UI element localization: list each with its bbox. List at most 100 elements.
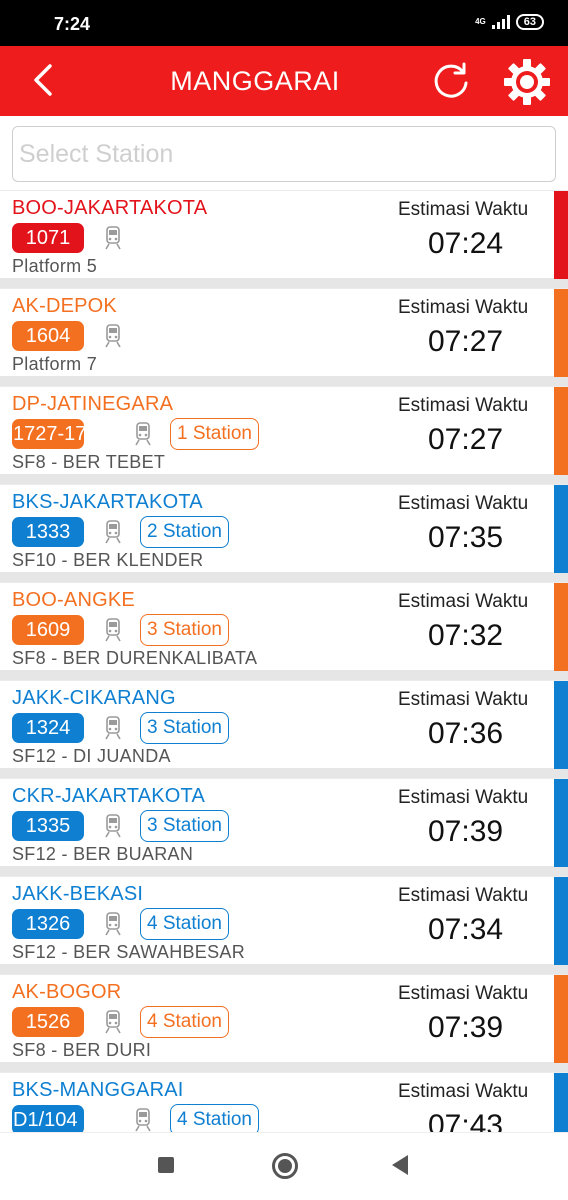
estimate-label: Estimasi Waktu: [398, 591, 529, 612]
train-route: BKS-JAKARTAKOTA: [12, 491, 203, 513]
train-list[interactable]: BOO-JAKARTAKOTA 1071 Platform 5 Estimasi Wa…: [0, 190, 568, 1132]
train-icon: [104, 226, 122, 250]
train-row[interactable]: BKS-MANGGARAI D1/104 4 Station Estimasi Wak…: [0, 1072, 568, 1132]
estimate-time: 07:27: [428, 325, 504, 358]
train-icon: [104, 716, 122, 740]
train-detail: Platform 7: [12, 354, 98, 374]
estimate-time: 07:43: [428, 1109, 504, 1132]
line-color-bar: [554, 681, 568, 769]
train-route: AK-DEPOK: [12, 295, 117, 317]
train-row[interactable]: AK-DEPOK 1604 Platform 7 Estimasi Waktu 07:2…: [0, 288, 568, 377]
train-number-badge: 1324: [12, 713, 84, 743]
recents-icon[interactable]: [158, 1157, 174, 1173]
train-number-badge: 1326: [12, 909, 84, 939]
station-select-input[interactable]: [13, 127, 555, 181]
train-route: JAKK-CIKARANG: [12, 687, 176, 709]
line-color-bar: [554, 191, 568, 279]
train-route: BOO-JAKARTAKOTA: [12, 197, 208, 219]
app-bar: MANGGARAI: [0, 46, 568, 116]
station-count-badge: 4 Station: [140, 1006, 229, 1038]
train-number-badge: 1727-17: [12, 419, 84, 449]
train-detail: SF12 - BER BUARAN: [12, 844, 194, 864]
line-color-bar: [554, 387, 568, 475]
train-detail: Platform 5: [12, 256, 98, 276]
status-icons: 4G 63: [475, 14, 544, 30]
estimate-time: 07:32: [428, 619, 504, 652]
nav-back-icon[interactable]: [392, 1155, 408, 1175]
station-count-badge: 3 Station: [140, 712, 229, 744]
train-detail: SF12 - DI JUANDA: [12, 746, 171, 766]
train-route: AK-BOGOR: [12, 981, 122, 1003]
estimate-time: 07:35: [428, 521, 504, 554]
train-icon: [104, 520, 122, 544]
estimate-label: Estimasi Waktu: [398, 885, 529, 906]
estimate-label: Estimasi Waktu: [398, 395, 529, 416]
estimate-label: Estimasi Waktu: [398, 1081, 529, 1102]
train-detail: SF12 - BER SAWAHBESAR: [12, 942, 246, 962]
status-bar: 7:24 4G 63: [0, 0, 568, 46]
station-count-badge: 3 Station: [140, 810, 229, 842]
estimate-label: Estimasi Waktu: [398, 787, 529, 808]
estimate-time: 07:39: [428, 815, 504, 848]
train-number-badge: 1604: [12, 321, 84, 351]
train-route: BKS-MANGGARAI: [12, 1079, 184, 1101]
train-icon: [104, 324, 122, 348]
estimate-label: Estimasi Waktu: [398, 983, 529, 1004]
train-number-badge: 1526: [12, 1007, 84, 1037]
train-row[interactable]: BOO-ANGKE 1609 3 Station SF8 - BER DURENKAL…: [0, 582, 568, 671]
train-number-badge: 1071: [12, 223, 84, 253]
train-row[interactable]: CKR-JAKARTAKOTA 1335 3 Station SF12 - BER B…: [0, 778, 568, 867]
estimate-time: 07:24: [428, 227, 504, 260]
station-count-badge: 2 Station: [140, 516, 229, 548]
train-detail: SF8 - BER DURENKALIBATA: [12, 648, 258, 668]
train-number-badge: 1333: [12, 517, 84, 547]
line-color-bar: [554, 779, 568, 867]
train-number-badge: D1/104: [12, 1105, 84, 1132]
train-icon: [104, 814, 122, 838]
estimate-time: 07:34: [428, 913, 504, 946]
signal-icon: [491, 15, 510, 29]
train-row[interactable]: AK-BOGOR 1526 4 Station SF8 - BER DURI Estim…: [0, 974, 568, 1063]
train-detail: SF10 - BER KLENDER: [12, 550, 204, 570]
train-row[interactable]: DP-JATINEGARA 1727-17 1 Station SF8 - BER T…: [0, 386, 568, 475]
train-icon: [104, 618, 122, 642]
station-count-badge: 4 Station: [170, 1104, 259, 1132]
system-nav-bar: [0, 1132, 568, 1200]
refresh-icon[interactable]: [430, 60, 472, 102]
station-count-badge: 3 Station: [140, 614, 229, 646]
train-row[interactable]: BOO-JAKARTAKOTA 1071 Platform 5 Estimasi Wa…: [0, 190, 568, 279]
train-row[interactable]: JAKK-CIKARANG 1324 3 Station SF12 - DI JUAN…: [0, 680, 568, 769]
train-route: BOO-ANGKE: [12, 589, 135, 611]
train-icon: [104, 912, 122, 936]
train-detail: SF8 - BER TEBET: [12, 452, 166, 472]
estimate-time: 07:36: [428, 717, 504, 750]
estimate-label: Estimasi Waktu: [398, 297, 529, 318]
line-color-bar: [554, 877, 568, 965]
train-route: CKR-JAKARTAKOTA: [12, 785, 206, 807]
estimate-label: Estimasi Waktu: [398, 689, 529, 710]
train-route: JAKK-BEKASI: [12, 883, 144, 905]
station-count-badge: 1 Station: [170, 418, 259, 450]
line-color-bar: [554, 1073, 568, 1132]
home-icon[interactable]: [272, 1153, 298, 1179]
train-number-badge: 1335: [12, 811, 84, 841]
train-row[interactable]: BKS-JAKARTAKOTA 1333 2 Station SF10 - BER K…: [0, 484, 568, 573]
station-select[interactable]: [12, 126, 556, 182]
line-color-bar: [554, 975, 568, 1063]
train-row[interactable]: JAKK-BEKASI 1326 4 Station SF12 - BER SAWAH…: [0, 876, 568, 965]
estimate-time: 07:27: [428, 423, 504, 456]
line-color-bar: [554, 485, 568, 573]
estimate-label: Estimasi Waktu: [398, 199, 529, 220]
gear-icon[interactable]: [503, 58, 551, 106]
estimate-label: Estimasi Waktu: [398, 493, 529, 514]
status-time: 7:24: [54, 14, 91, 34]
network-type: 4G: [475, 17, 486, 26]
train-route: DP-JATINEGARA: [12, 393, 174, 415]
line-color-bar: [554, 289, 568, 377]
train-icon: [104, 1010, 122, 1034]
train-detail: SF8 - BER DURI: [12, 1040, 152, 1060]
train-icon: [134, 1108, 152, 1132]
station-count-badge: 4 Station: [140, 908, 229, 940]
battery-icon: 63: [515, 14, 544, 30]
train-number-badge: 1609: [12, 615, 84, 645]
